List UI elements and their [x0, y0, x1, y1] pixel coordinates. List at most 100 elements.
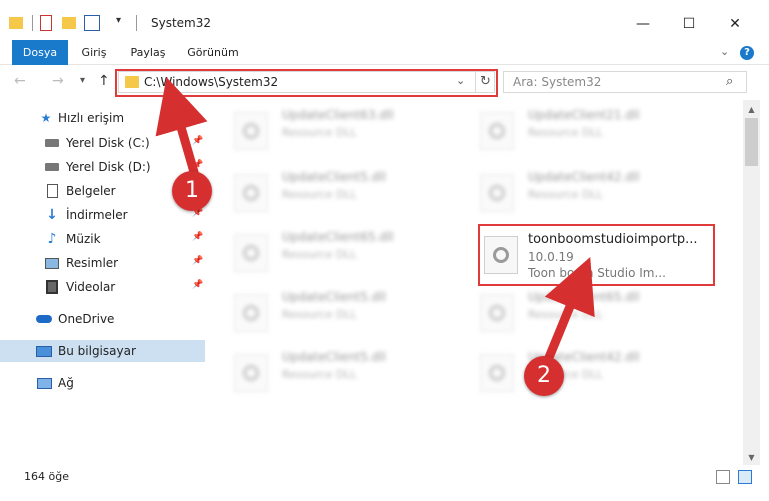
sidebar-item-this-pc[interactable]: Bu bilgisayar [0, 340, 205, 362]
file-name: UpdateClient63.dll [282, 108, 394, 122]
dll-file-icon [234, 234, 268, 272]
view-icon[interactable] [84, 15, 100, 31]
sidebar-item-label: Müzik [66, 232, 101, 246]
file-description: Resource DLL [282, 188, 357, 201]
chevron-down-icon[interactable]: ▾ [116, 15, 121, 31]
search-icon: ⌕ [726, 74, 734, 89]
pin-icon: 📌 [192, 280, 204, 290]
tab-giris[interactable]: Giriş [72, 40, 116, 65]
file-name: UpdateClient5.dll [282, 350, 386, 364]
sidebar-item-onedrive[interactable]: OneDrive [0, 308, 205, 330]
scroll-down-icon[interactable]: ▼ [743, 450, 760, 465]
status-bar: 164 öğe [0, 465, 769, 489]
sidebar-item-downloads[interactable]: ↓ İndirmeler 📌 [0, 204, 205, 226]
details-view-icon[interactable] [716, 470, 730, 484]
tab-gorunum[interactable]: Görünüm [182, 40, 244, 65]
vertical-scrollbar[interactable]: ▲ ▼ [743, 100, 760, 465]
separator [136, 15, 137, 31]
star-icon: ★ [40, 111, 52, 125]
navigation-pane: ★ Hızlı erişim Yerel Disk (C:) 📌 Yerel D… [0, 100, 210, 465]
ribbon: Dosya Giriş Paylaş Görünüm ⌄ [0, 40, 769, 65]
video-icon [44, 279, 60, 295]
folder-icon [9, 17, 23, 29]
sidebar-item-label: Ağ [58, 376, 74, 390]
sidebar-item-disk-c[interactable]: Yerel Disk (C:) 📌 [0, 132, 205, 154]
list-item[interactable]: UpdateClient5.dll Resource DLL [222, 286, 462, 336]
list-item[interactable]: UpdateClient63.dll Resource DLL [222, 104, 462, 154]
file-name: UpdateClient65.dll [528, 290, 640, 304]
sidebar-item-quick-access[interactable]: ★ Hızlı erişim [0, 107, 205, 129]
window-title: System32 [151, 16, 212, 30]
file-name: UpdateClient5.dll [282, 170, 386, 184]
list-item[interactable]: UpdateClient42.dll Resource DLL [468, 166, 708, 216]
file-name: UpdateClient42.dll [528, 170, 640, 184]
search-placeholder: Ara: System32 [513, 75, 602, 89]
document-icon [44, 183, 60, 199]
dll-file-icon [234, 112, 268, 150]
sidebar-item-label: Yerel Disk (D:) [66, 160, 151, 174]
sidebar-item-videos[interactable]: Videolar 📌 [0, 276, 205, 298]
list-item[interactable]: UpdateClient65.dll Resource DLL [468, 286, 708, 336]
picture-icon [44, 255, 60, 271]
download-icon: ↓ [46, 207, 58, 223]
tab-dosya[interactable]: Dosya [12, 40, 68, 65]
title-bar: ▾ System32 — ☐ ✕ [0, 0, 769, 40]
close-button[interactable]: ✕ [712, 8, 758, 40]
item-count: 164 öğe [24, 470, 69, 483]
search-input[interactable]: Ara: System32 ⌕ [503, 71, 747, 93]
sidebar-item-label: Hızlı erişim [58, 111, 125, 125]
list-item[interactable]: UpdateClient21.dll Resource DLL [468, 104, 708, 154]
drive-icon [44, 159, 60, 175]
scroll-thumb[interactable] [745, 118, 758, 166]
dll-file-icon [480, 294, 514, 332]
tiles-view-icon[interactable] [738, 470, 752, 484]
address-highlight-box [115, 69, 498, 97]
sidebar-item-disk-d[interactable]: Yerel Disk (D:) 📌 [0, 156, 205, 178]
list-item[interactable]: UpdateClient5.dll Resource DLL [222, 166, 462, 216]
list-item[interactable]: UpdateClient42.dll Resource DLL [468, 346, 708, 396]
file-description: Resource DLL [282, 368, 357, 381]
list-item[interactable]: UpdateClient65.dll Resource DLL [222, 226, 462, 276]
sidebar-item-label: Videolar [66, 280, 116, 294]
pin-icon: 📌 [192, 136, 204, 146]
sidebar-item-label: Resimler [66, 256, 119, 270]
drive-icon [44, 135, 60, 151]
step-2-badge: 2 [524, 356, 564, 396]
recent-locations-button[interactable]: ▾ [80, 75, 85, 86]
sidebar-item-label: İndirmeler [66, 208, 128, 222]
pin-icon: 📌 [192, 232, 204, 242]
scroll-up-icon[interactable]: ▲ [743, 102, 760, 117]
new-folder-icon[interactable] [62, 17, 76, 29]
music-icon: ♪ [47, 231, 57, 247]
forward-button[interactable]: → [52, 73, 64, 89]
dll-file-icon [234, 294, 268, 332]
separator [32, 15, 33, 31]
minimize-button[interactable]: — [620, 8, 666, 40]
back-button[interactable]: ← [14, 73, 26, 89]
pin-icon: 📌 [192, 160, 204, 170]
file-description: Resource DLL [528, 308, 603, 321]
sidebar-item-label: OneDrive [58, 312, 115, 326]
network-icon [36, 375, 52, 391]
help-icon[interactable]: ? [740, 46, 754, 60]
file-name: UpdateClient65.dll [282, 230, 394, 244]
dll-file-icon [234, 354, 268, 392]
sidebar-item-music[interactable]: ♪ Müzik 📌 [0, 228, 205, 250]
file-name: UpdateClient21.dll [528, 108, 640, 122]
list-item[interactable]: UpdateClient5.dll Resource DLL [222, 346, 462, 396]
sidebar-item-label: Belgeler [66, 184, 116, 198]
maximize-button[interactable]: ☐ [666, 8, 712, 40]
dll-file-icon [480, 174, 514, 212]
tab-paylas[interactable]: Paylaş [124, 40, 172, 65]
sidebar-item-network[interactable]: Ağ [0, 372, 205, 394]
up-button[interactable]: ↑ [98, 73, 110, 89]
file-name: UpdateClient5.dll [282, 290, 386, 304]
file-description: Resource DLL [528, 126, 603, 139]
file-description: Resource DLL [282, 248, 357, 261]
computer-icon [36, 343, 52, 359]
cloud-icon [36, 311, 52, 327]
sidebar-item-pictures[interactable]: Resimler 📌 [0, 252, 205, 274]
ribbon-expand-icon[interactable]: ⌄ [720, 45, 729, 58]
sidebar-item-label: Bu bilgisayar [58, 344, 136, 358]
properties-icon[interactable] [40, 15, 52, 31]
